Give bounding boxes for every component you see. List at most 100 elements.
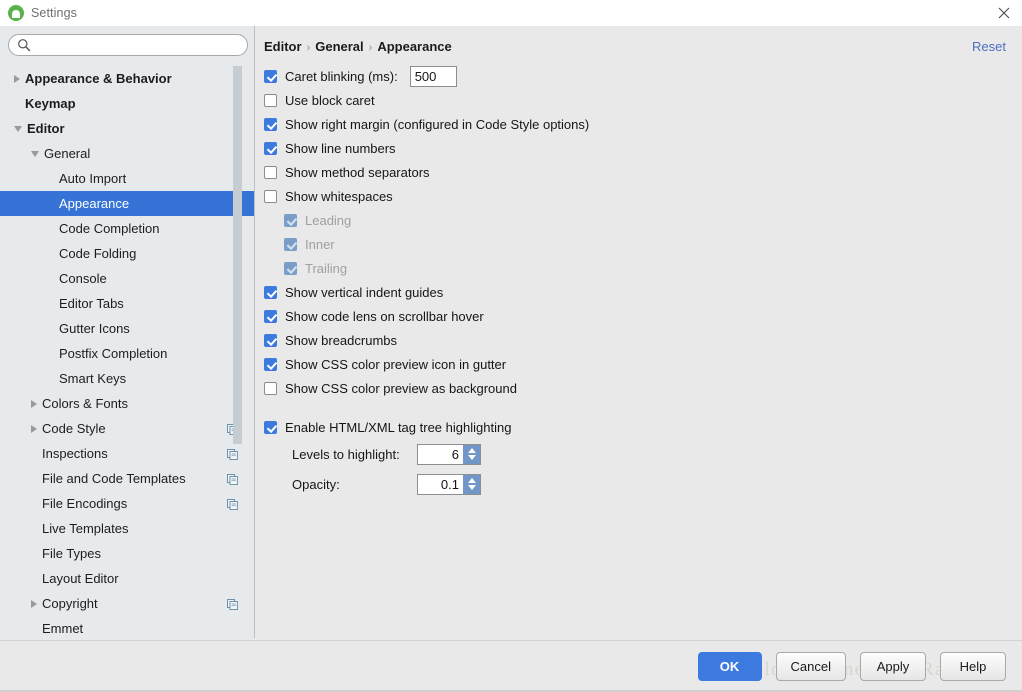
chevron-up-icon[interactable] <box>467 448 476 453</box>
option-row-show-whitespaces: Show whitespaces <box>264 184 1004 208</box>
option-row-show-css-color-preview-as-background: Show CSS color preview as background <box>264 376 1004 400</box>
checkbox-show-method-separators[interactable] <box>264 165 277 179</box>
levels-to-highlight-spinner[interactable] <box>417 443 481 465</box>
checkbox-show-line-numbers[interactable] <box>264 141 277 155</box>
option-label: Enable HTML/XML tag tree highlighting <box>285 419 512 435</box>
chevron-down-icon[interactable] <box>31 150 39 157</box>
checkbox-show-right-margin-configured-in-code-style-options[interactable] <box>264 117 277 131</box>
sidebar-item-label: General <box>44 146 91 161</box>
window-titlebar: Settings <box>0 0 1022 27</box>
sidebar-item-label: Live Templates <box>42 521 129 536</box>
sidebar-item-inspections[interactable]: Inspections <box>0 441 254 466</box>
sidebar-item-auto-import[interactable]: Auto Import <box>0 166 254 191</box>
sidebar-item-keymap[interactable]: Keymap <box>0 91 254 116</box>
help-button[interactable]: Help <box>940 652 1006 681</box>
copy-icon[interactable] <box>227 473 238 485</box>
sidebar-item-general[interactable]: General <box>0 141 254 166</box>
levels-to-highlight-input[interactable] <box>418 445 463 463</box>
ok-button[interactable]: OK <box>697 652 762 681</box>
sidebar-item-editor-tabs[interactable]: Editor Tabs <box>0 291 254 316</box>
sidebar-item-label: Layout Editor <box>42 571 119 586</box>
settings-content: Editor › General › Appearance Reset Caret bl… <box>256 26 1022 638</box>
settings-tree[interactable]: Appearance & Behavior Keymap Editor General… <box>0 66 254 638</box>
sidebar-item-layout-editor[interactable]: Layout Editor <box>0 566 254 591</box>
opacity-input[interactable] <box>418 475 463 493</box>
copy-icon[interactable] <box>227 448 238 460</box>
sidebar-item-file-encodings[interactable]: File Encodings <box>0 491 254 516</box>
sidebar-item-appearance-behavior[interactable]: Appearance & Behavior <box>0 66 254 91</box>
sidebar-item-label: File Types <box>42 546 102 561</box>
chevron-right-icon[interactable] <box>31 424 37 433</box>
apply-button[interactable]: Apply <box>860 652 926 681</box>
option-label: Trailing <box>305 260 348 276</box>
option-label: Show breadcrumbs <box>285 332 397 348</box>
checkbox-show-breadcrumbs[interactable] <box>264 333 277 347</box>
sidebar-item-appearance[interactable]: Appearance <box>0 191 254 216</box>
chevron-down-icon[interactable] <box>467 455 476 460</box>
checkbox-show-vertical-indent-guides[interactable] <box>264 285 277 299</box>
checkbox-show-css-color-preview-as-background[interactable] <box>264 381 277 395</box>
sidebar-item-smart-keys[interactable]: Smart Keys <box>0 366 254 391</box>
sidebar-scrollbar-thumb[interactable] <box>233 66 242 444</box>
sidebar-item-code-style[interactable]: Code Style <box>0 416 254 441</box>
chevron-down-icon[interactable] <box>467 485 476 490</box>
opacity-stepper[interactable] <box>463 474 480 494</box>
option-label: Show vertical indent guides <box>285 284 444 300</box>
checkbox-enable-html-xml-tag-tree-highlighting[interactable] <box>264 420 277 434</box>
sidebar-item-code-folding[interactable]: Code Folding <box>0 241 254 266</box>
breadcrumb-separator: › <box>368 41 373 54</box>
sidebar-item-colors-fonts[interactable]: Colors & Fonts <box>0 391 254 416</box>
sidebar-item-file-and-code-templates[interactable]: File and Code Templates <box>0 466 254 491</box>
breadcrumb: Editor › General › Appearance <box>264 39 452 54</box>
sidebar-item-file-types[interactable]: File Types <box>0 541 254 566</box>
close-icon[interactable] <box>994 4 1014 22</box>
checkbox-caret-blinking-ms[interactable] <box>264 69 277 83</box>
chevron-up-icon[interactable] <box>467 478 476 483</box>
sidebar-item-label: Keymap <box>25 96 76 111</box>
caret-blinking-input[interactable] <box>409 65 457 87</box>
reset-link[interactable]: Reset <box>972 39 1006 54</box>
levels-to-highlight-row: Levels to highlight: <box>264 439 1004 469</box>
sidebar-item-code-completion[interactable]: Code Completion <box>0 216 254 241</box>
sidebar-item-label: File and Code Templates <box>42 471 186 486</box>
chevron-down-icon[interactable] <box>14 125 22 132</box>
chevron-right-icon[interactable] <box>14 74 20 83</box>
chevron-right-icon[interactable] <box>31 399 37 408</box>
breadcrumb-item: General <box>315 39 364 54</box>
option-label: Show code lens on scrollbar hover <box>285 308 484 324</box>
sidebar-item-gutter-icons[interactable]: Gutter Icons <box>0 316 254 341</box>
option-row-caret-blinking-ms: Caret blinking (ms): <box>264 64 1004 88</box>
option-row-show-breadcrumbs: Show breadcrumbs <box>264 328 1004 352</box>
breadcrumb-item: Appearance <box>377 39 452 54</box>
sidebar-item-live-templates[interactable]: Live Templates <box>0 516 254 541</box>
search-input[interactable] <box>8 34 248 56</box>
copy-icon[interactable] <box>227 598 238 610</box>
sidebar-item-console[interactable]: Console <box>0 266 254 291</box>
sidebar-item-copyright[interactable]: Copyright <box>0 591 254 616</box>
sidebar-item-editor[interactable]: Editor <box>0 116 254 141</box>
checkbox-show-code-lens-on-scrollbar-hover[interactable] <box>264 309 277 323</box>
cancel-button[interactable]: Cancel <box>775 652 846 681</box>
checkbox-show-whitespaces[interactable] <box>264 189 277 203</box>
option-label: Inner <box>305 236 335 252</box>
sidebar-item-label: Colors & Fonts <box>42 396 128 411</box>
sidebar-scrollbar-track[interactable] <box>233 26 248 638</box>
checkbox-show-css-color-preview-icon-in-gutter[interactable] <box>264 357 277 371</box>
opacity-spinner[interactable] <box>417 473 481 495</box>
chevron-right-icon[interactable] <box>31 599 37 608</box>
copy-icon[interactable] <box>227 498 238 510</box>
sidebar-item-label: Code Style <box>42 421 106 436</box>
sidebar-item-postfix-completion[interactable]: Postfix Completion <box>0 341 254 366</box>
checkbox-use-block-caret[interactable] <box>264 93 277 107</box>
levels-to-highlight-stepper[interactable] <box>463 444 480 464</box>
sidebar-item-label: Code Completion <box>59 221 160 236</box>
sidebar-item-emmet[interactable]: Emmet <box>0 616 254 638</box>
